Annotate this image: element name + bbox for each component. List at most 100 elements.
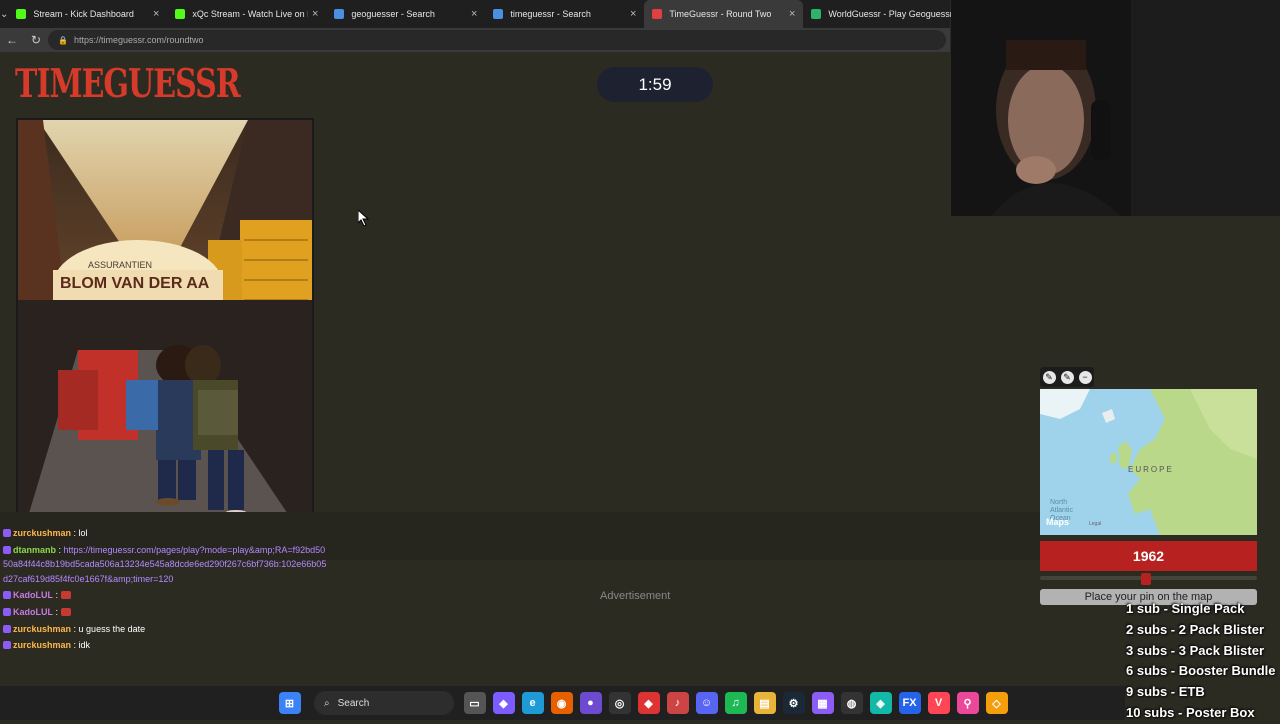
url-text: https://timeguessr.com/roundtwo	[73, 35, 204, 45]
map-view[interactable]: EUROPE North Atlantic Ocean Maps Legal	[1040, 389, 1257, 535]
app-icon[interactable]: ●	[579, 692, 602, 714]
tab-favicon-icon	[811, 9, 822, 19]
app-purple-icon[interactable]: ▦	[811, 692, 834, 714]
fx-icon[interactable]: FX	[898, 692, 921, 714]
chat-message: zurckushman : u guess the date	[0, 621, 330, 638]
chat-username[interactable]: dtanmanb	[13, 545, 56, 555]
taskbar-search-label: Search	[337, 697, 370, 709]
webcam-overlay	[951, 0, 1280, 216]
app-multi-icon[interactable]: ◇	[985, 692, 1008, 714]
tab-title: timeguessr - Search	[510, 9, 591, 19]
tab-actions-menu[interactable]: ⌄	[0, 0, 8, 28]
refresh-button[interactable]: ↻	[24, 33, 48, 47]
advertisement-label: Advertisement	[600, 590, 671, 602]
chat-badge-icon	[3, 641, 11, 650]
sub-goal-item: 10 subs - Poster Box	[1126, 704, 1255, 720]
pencil-icon[interactable]: ✎	[1060, 370, 1074, 384]
browser-tab[interactable]: timeguessr - Search ×	[485, 0, 644, 28]
search-icon: ⌕	[324, 697, 330, 709]
photo-sign-top: ASSURANTIEN	[88, 260, 152, 270]
chat-message: KadoLUL :	[0, 587, 330, 604]
windows-start-icon[interactable]: ⊞	[278, 692, 301, 714]
edge-icon[interactable]: e	[521, 692, 544, 714]
chat-username[interactable]: KadoLUL	[13, 607, 53, 617]
pencil-icon[interactable]: ✎	[1042, 370, 1056, 384]
browser-tab[interactable]: geoguesser - Search ×	[326, 0, 485, 28]
firefox-icon[interactable]: ◉	[550, 692, 573, 714]
discord-icon[interactable]: ☺	[695, 692, 718, 714]
station-photo: ASSURANTIEN BLOM VAN DER AA	[18, 120, 312, 550]
guess-map-widget: ✎ ✎ − EUROPE North Atlantic Ocean Maps L…	[1040, 367, 1258, 605]
chat-badge-icon	[3, 624, 11, 633]
tab-title: xQc Stream - Watch Live on Kick	[192, 9, 308, 19]
chat-badge-icon	[3, 529, 11, 537]
sub-goal-item: 6 subs - Booster Bundle	[1126, 663, 1276, 679]
sub-goal-item: 1 sub - Single Pack	[1126, 601, 1245, 616]
back-button[interactable]: ←	[0, 33, 24, 47]
close-tab-icon[interactable]: ×	[630, 8, 636, 20]
browser-tab[interactable]: xQc Stream - Watch Live on Kick ×	[167, 0, 326, 28]
tab-favicon-icon	[175, 9, 186, 19]
webcam-feed	[951, 0, 1280, 216]
close-tab-icon[interactable]: ×	[789, 8, 795, 20]
tab-title: Stream - Kick Dashboard	[33, 9, 134, 19]
chat-emote-icon	[60, 591, 71, 600]
tab-favicon-icon	[16, 9, 27, 19]
chat-message: dtanmanb : https://timeguessr.com/pages/…	[3, 544, 327, 584]
timeguessr-logo[interactable]: TIMEGUESSR	[15, 62, 241, 108]
itunes-icon[interactable]: ♪	[666, 692, 689, 714]
map-toolbar: ✎ ✎ −	[1040, 367, 1094, 387]
valorant-icon[interactable]: V	[927, 692, 950, 714]
chat-username[interactable]: zurckushman	[13, 640, 71, 650]
chat-text: lol	[78, 528, 88, 538]
browser-tab[interactable]: Stream - Kick Dashboard ×	[8, 0, 167, 28]
year-slider[interactable]	[1040, 573, 1257, 585]
stream-chat-overlay: zurckushman : lol dtanmanb : https://time…	[0, 525, 330, 654]
tab-title: geoguesser - Search	[351, 9, 435, 19]
chat-username[interactable]: zurckushman	[13, 624, 71, 634]
chat-badge-icon	[3, 591, 11, 600]
tab-title: WorldGuessr - Play Geoguessr f	[828, 9, 955, 19]
chat-emote-icon	[60, 607, 71, 616]
year-slider-thumb[interactable]	[1141, 573, 1152, 585]
year-display: 1962	[1040, 541, 1257, 571]
browser-tab-bar: ⌄ Stream - Kick Dashboard × xQc Stream -…	[0, 0, 954, 28]
close-tab-icon[interactable]: ×	[471, 8, 477, 20]
spotify-icon[interactable]: ♫	[724, 692, 747, 714]
browser-tab[interactable]: WorldGuessr - Play Geoguessr f	[803, 0, 962, 28]
minus-icon[interactable]: −	[1078, 370, 1092, 384]
sub-goals-overlay: 1 sub - Single Pack 2 subs - 2 Pack Blist…	[1126, 599, 1276, 724]
obs-icon[interactable]: ◎	[608, 692, 631, 714]
task-view-icon[interactable]: ▭	[463, 692, 486, 714]
tab-favicon-icon	[493, 9, 504, 19]
map-legal-link[interactable]: Legal	[1089, 521, 1101, 527]
chat-text: idk	[78, 640, 91, 651]
maps-pin-icon[interactable]: ⚲	[956, 692, 979, 714]
file-explorer-icon[interactable]: ▤	[753, 692, 776, 714]
tab-title: TimeGuessr - Round Two	[669, 9, 772, 19]
sub-goal-item: 9 subs - ETB	[1126, 684, 1205, 700]
app-dark-icon[interactable]: ◍	[840, 692, 863, 714]
close-tab-icon[interactable]: ×	[312, 8, 318, 20]
chat-username[interactable]: zurckushman	[13, 528, 71, 538]
close-tab-icon[interactable]: ×	[153, 8, 159, 20]
windows-taskbar: ⊞ ⌕ Search ▭ ◆ e ◉ ● ◎ ◆ ♪ ☺ ♫ ▤ ⚙ ▦ ◍ ◈ FX V ⚲ ◇	[0, 686, 1125, 720]
sub-goal-item: 3 subs - 3 Pack Blister	[1126, 642, 1265, 658]
copilot-icon[interactable]: ◆	[492, 692, 515, 714]
chat-badge-icon	[3, 545, 11, 554]
app-teal-icon[interactable]: ◈	[869, 692, 892, 714]
chat-text: u guess the date	[78, 623, 146, 634]
chat-message: zurckushman : lol	[0, 525, 330, 542]
round-photo[interactable]: ASSURANTIEN BLOM VAN DER AA	[16, 118, 314, 552]
photo-sign-main: BLOM VAN DER AA	[60, 275, 210, 292]
chat-message: zurckushman : idk	[0, 637, 330, 654]
steam-icon[interactable]: ⚙	[782, 692, 805, 714]
browser-tab[interactable]: TimeGuessr - Round Two ×	[644, 0, 804, 28]
chat-message: KadoLUL :	[0, 604, 330, 621]
lock-icon: 🔒	[58, 35, 68, 45]
tab-favicon-icon	[334, 9, 345, 19]
app-red-icon[interactable]: ◆	[637, 692, 660, 714]
url-input[interactable]: 🔒 https://timeguessr.com/roundtwo	[48, 30, 946, 50]
taskbar-search[interactable]: ⌕ Search	[314, 691, 454, 715]
chat-username[interactable]: KadoLUL	[13, 590, 53, 600]
